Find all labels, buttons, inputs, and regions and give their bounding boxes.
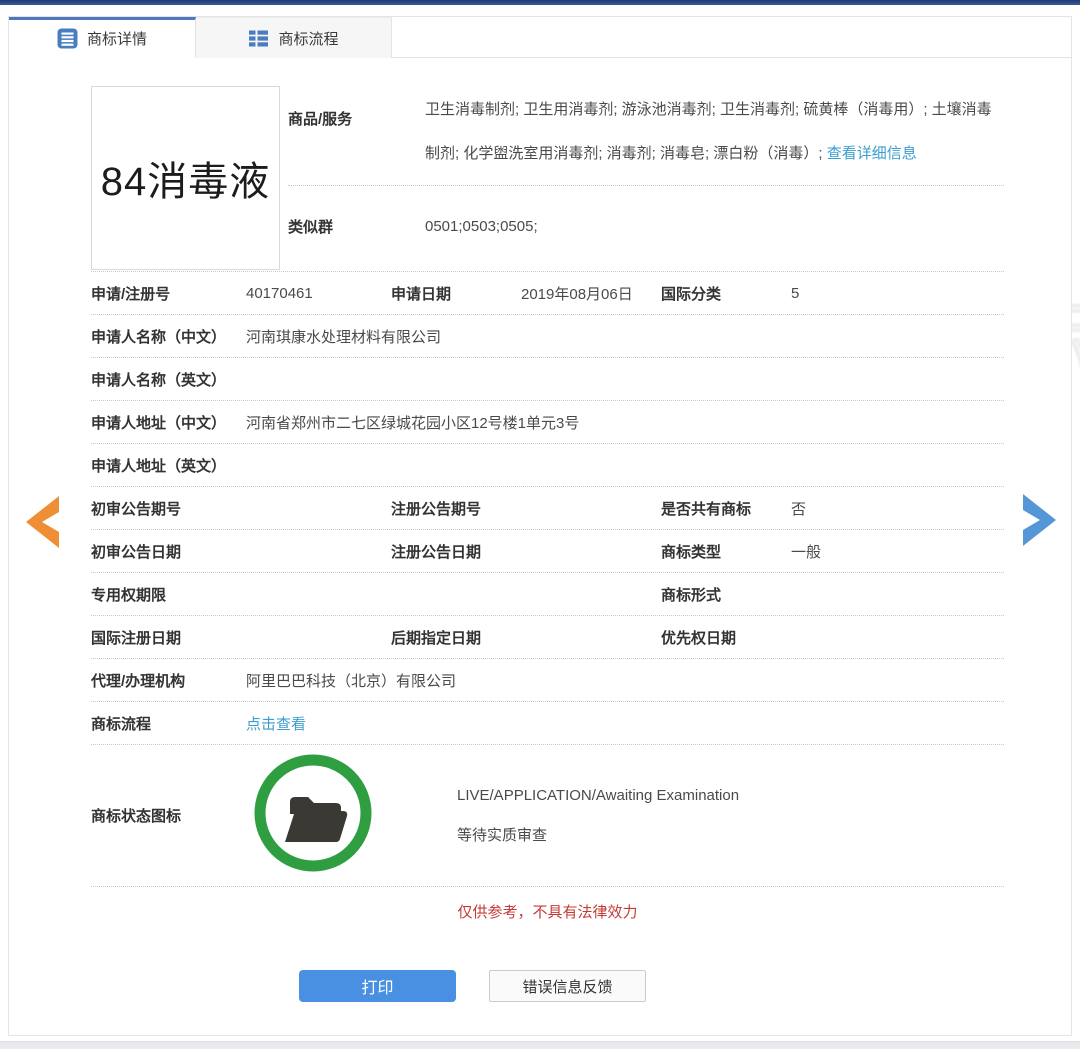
error-feedback-button[interactable]: 错误信息反馈 (489, 970, 646, 1002)
list-icon (248, 28, 269, 49)
action-buttons: 打印 错误信息反馈 (91, 970, 1004, 1002)
field-value: 否 (791, 498, 1004, 519)
table-row: 代理/办理机构 阿里巴巴科技（北京）有限公司 (91, 659, 1004, 702)
detail-content: 84消毒液 商品/服务 卫生消毒制剂; 卫生用消毒剂; 游泳池消毒剂; 卫生消毒… (9, 58, 1071, 1002)
table-row: 申请/注册号 40170461 申请日期 2019年08月06日 国际分类 5 (91, 272, 1004, 315)
status-folder-icon (252, 752, 374, 879)
field-label: 申请/注册号 (91, 283, 246, 304)
field-label: 申请人地址（中文） (91, 412, 246, 433)
field-label: 申请人名称（英文） (91, 369, 246, 390)
document-lines-icon (57, 28, 78, 49)
table-row: 申请人地址（英文） (91, 444, 1004, 487)
goods-services-value: 卫生消毒制剂; 卫生用消毒剂; 游泳池消毒剂; 卫生消毒剂; 硫黄棒（消毒用）;… (425, 88, 1004, 176)
table-row: 专用权期限 商标形式 (91, 573, 1004, 616)
legal-disclaimer: 仅供参考，不具有法律效力 (91, 901, 1004, 922)
tab-label: 商标流程 (278, 28, 338, 49)
trademark-summary-section: 84消毒液 商品/服务 卫生消毒制剂; 卫生用消毒剂; 游泳池消毒剂; 卫生消毒… (91, 86, 1004, 271)
field-value: 40170461 (246, 285, 391, 302)
field-value: 一般 (791, 541, 1004, 562)
field-value: 河南省郑州市二七区绿城花园小区12号楼1单元3号 (246, 412, 1004, 433)
view-detail-link[interactable]: 查看详细信息 (827, 145, 917, 162)
trademark-name: 84消毒液 (101, 149, 271, 207)
top-accent-bar (0, 0, 1080, 5)
field-label: 代理/办理机构 (91, 670, 246, 691)
table-row: 初审公告期号 注册公告期号 是否共有商标 否 (91, 487, 1004, 530)
field-label: 初审公告期号 (91, 498, 246, 519)
tab-label: 商标详情 (87, 28, 147, 49)
goods-services-label: 商品/服务 (288, 88, 425, 176)
trademark-detail-card: 商标详情 商标流程 84消毒液 商品/服务 卫生消毒制剂; 卫生用消毒剂; 游泳… (8, 16, 1072, 1036)
field-label: 商标流程 (91, 713, 246, 734)
field-label: 后期指定日期 (391, 627, 521, 648)
field-label: 专用权期限 (91, 584, 246, 605)
table-row: 商标流程 点击查看 (91, 702, 1004, 745)
table-row: 申请人地址（中文） 河南省郑州市二七区绿城花园小区12号楼1单元3号 (91, 401, 1004, 444)
field-label: 商标形式 (661, 584, 791, 605)
trademark-image: 84消毒液 (91, 86, 280, 270)
field-value: 5 (791, 285, 1004, 302)
similar-group-value: 0501;0503;0505; (425, 218, 538, 235)
field-label: 申请日期 (391, 283, 521, 304)
table-row: 申请人名称（英文） (91, 358, 1004, 401)
table-row: 国际注册日期 后期指定日期 优先权日期 (91, 616, 1004, 659)
field-label: 注册公告日期 (391, 541, 521, 562)
tab-bar: 商标详情 商标流程 (9, 17, 1071, 58)
print-button[interactable]: 打印 (299, 970, 456, 1002)
field-label: 国际注册日期 (91, 627, 246, 648)
status-label: 商标状态图标 (91, 805, 246, 826)
field-value: 阿里巴巴科技（北京）有限公司 (246, 670, 1004, 691)
trademark-status-row: 商标状态图标 LIVE/APPLICATION/Awaiting Examina… (91, 745, 1004, 887)
field-label: 初审公告日期 (91, 541, 246, 562)
goods-services-section: 商品/服务 卫生消毒制剂; 卫生用消毒剂; 游泳池消毒剂; 卫生消毒剂; 硫黄棒… (280, 86, 1004, 271)
click-to-view-link[interactable]: 点击查看 (246, 713, 1004, 734)
table-row: 初审公告日期 注册公告日期 商标类型 一般 (91, 530, 1004, 573)
field-label: 优先权日期 (661, 627, 791, 648)
field-label: 注册公告期号 (391, 498, 521, 519)
field-value: 河南琪康水处理材料有限公司 (246, 326, 1004, 347)
field-label: 商标类型 (661, 541, 791, 562)
field-value: 2019年08月06日 (521, 283, 661, 304)
status-line-cn: 等待实质审查 (457, 824, 739, 845)
field-label: 申请人地址（英文） (91, 455, 246, 476)
bottom-divider (0, 1041, 1080, 1049)
tab-trademark-detail[interactable]: 商标详情 (9, 17, 196, 58)
table-row: 申请人名称（中文） 河南琪康水处理材料有限公司 (91, 315, 1004, 358)
field-label: 申请人名称（中文） (91, 326, 246, 347)
field-label: 国际分类 (661, 283, 791, 304)
field-label: 是否共有商标 (661, 498, 791, 519)
tab-trademark-flow[interactable]: 商标流程 (196, 17, 392, 58)
status-line-en: LIVE/APPLICATION/Awaiting Examination (457, 787, 739, 804)
similar-group-label: 类似群 (288, 216, 425, 237)
